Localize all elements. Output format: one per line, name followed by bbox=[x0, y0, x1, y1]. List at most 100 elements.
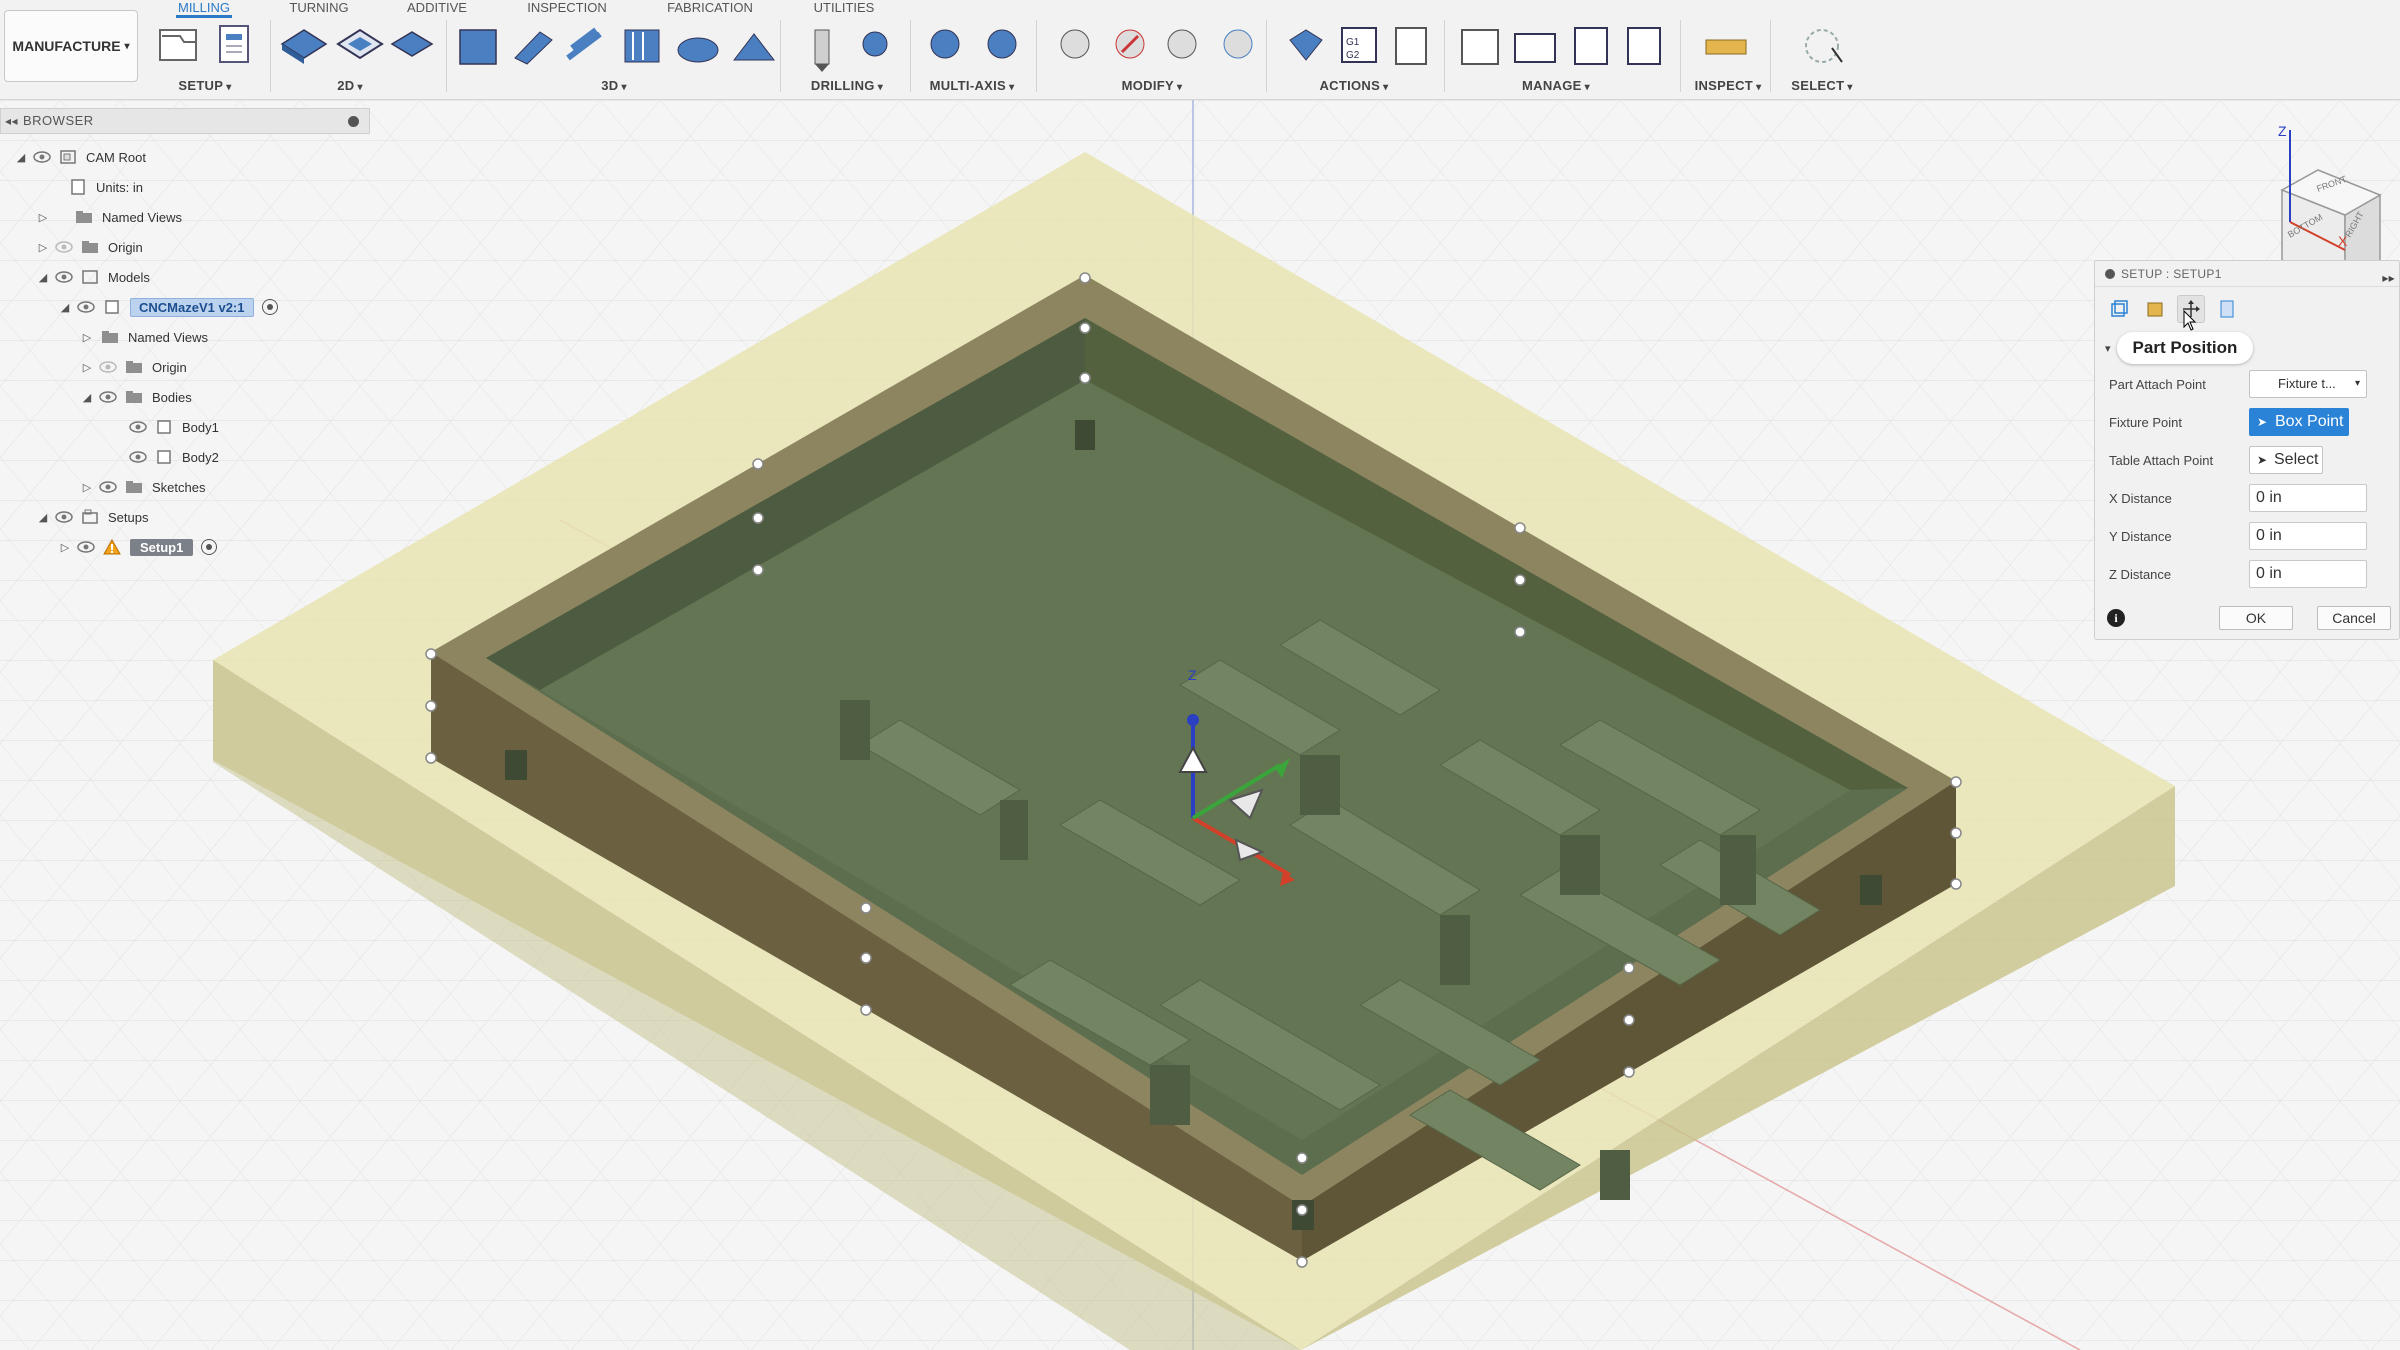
expand-arrow-icon[interactable]: ▷ bbox=[58, 540, 72, 554]
body-icon bbox=[154, 449, 174, 465]
multiaxis-swarf-icon bbox=[930, 29, 960, 59]
post-process-icon: G1G2 bbox=[1341, 27, 1377, 63]
dialog-title: SETUP : SETUP1 bbox=[2121, 267, 2222, 281]
fixture-point-label: Fixture Point bbox=[2109, 415, 2182, 430]
group-2d[interactable]: 2D bbox=[330, 78, 370, 93]
browser-panel: ◂◂ BROWSER ◢ CAM Root Units: in ▷ Named … bbox=[0, 108, 370, 568]
tree-item-body2[interactable]: Body2 bbox=[124, 444, 219, 470]
template-library-icon bbox=[1627, 27, 1661, 65]
ribbon-toolbar: MANUFACTURE ▾ MILLING TURNING ADDITIVE I… bbox=[0, 0, 2400, 100]
viewcube-axis-z: Z bbox=[2278, 123, 2287, 139]
eye-icon[interactable] bbox=[128, 420, 148, 434]
eye-icon[interactable] bbox=[32, 150, 52, 164]
thread-icon bbox=[862, 31, 888, 57]
expand-arrow-icon[interactable]: ▷ bbox=[36, 240, 50, 254]
simulate-icon bbox=[1289, 29, 1323, 61]
tree-item-sketches[interactable]: ▷ Sketches bbox=[80, 474, 206, 500]
browser-header[interactable]: ◂◂ BROWSER bbox=[0, 108, 370, 134]
group-inspect[interactable]: INSPECT bbox=[1688, 78, 1768, 93]
expand-arrow-icon[interactable]: ◢ bbox=[58, 300, 72, 314]
eye-icon[interactable] bbox=[54, 510, 74, 524]
expand-arrow-icon[interactable]: ▷ bbox=[80, 360, 94, 374]
eye-icon[interactable] bbox=[54, 240, 74, 254]
group-actions[interactable]: ACTIONS bbox=[1312, 78, 1396, 93]
group-select[interactable]: SELECT bbox=[1784, 78, 1860, 93]
cursor-icon: ➤ bbox=[2257, 453, 2268, 467]
box-point-button[interactable]: ➤ Box Point bbox=[2249, 408, 2349, 436]
folder-icon bbox=[100, 329, 120, 345]
tree-item-units[interactable]: Units: in bbox=[62, 174, 143, 200]
machine-library-icon bbox=[1514, 33, 1556, 63]
group-setup[interactable]: SETUP bbox=[170, 78, 240, 93]
eye-icon[interactable] bbox=[54, 270, 74, 284]
tree-label: Body2 bbox=[182, 449, 219, 465]
3d-pocket-icon bbox=[514, 31, 553, 65]
sheet-icon bbox=[219, 25, 249, 63]
group-multi-axis[interactable]: MULTI-AXIS bbox=[922, 78, 1022, 93]
tab-program[interactable] bbox=[2213, 295, 2241, 323]
tree-item-named-views[interactable]: ▷ Named Views bbox=[36, 204, 182, 230]
group-modify[interactable]: MODIFY bbox=[1112, 78, 1192, 93]
tab-stock[interactable] bbox=[2141, 295, 2169, 323]
tree-item-body1[interactable]: Body1 bbox=[124, 414, 219, 440]
eye-icon[interactable] bbox=[128, 450, 148, 464]
ok-button[interactable]: OK bbox=[2219, 606, 2293, 630]
tree-item-origin-2[interactable]: ▷ Origin bbox=[80, 354, 187, 380]
pin-icon[interactable] bbox=[348, 116, 359, 127]
tree-label: Bodies bbox=[152, 389, 192, 405]
group-drilling[interactable]: DRILLING bbox=[802, 78, 892, 93]
table-attach-select-button[interactable]: ➤ Select bbox=[2249, 446, 2323, 474]
eye-icon[interactable] bbox=[76, 300, 96, 314]
tree-item-setup1[interactable]: ▷ Setup1 bbox=[58, 534, 218, 560]
activate-radio-icon[interactable] bbox=[261, 299, 278, 315]
expand-arrow-icon[interactable]: ◢ bbox=[80, 390, 94, 404]
tree-item-models[interactable]: ◢ Models bbox=[36, 264, 150, 290]
expand-arrow-icon[interactable]: ▷ bbox=[80, 330, 94, 344]
tree-item-origin[interactable]: ▷ Origin bbox=[36, 234, 143, 260]
expand-arrow-icon[interactable]: ◢ bbox=[36, 510, 50, 524]
activate-radio-icon[interactable] bbox=[201, 539, 218, 555]
separator bbox=[1444, 20, 1445, 92]
z-distance-input[interactable]: 0 in bbox=[2249, 560, 2367, 588]
eye-icon[interactable] bbox=[98, 480, 118, 494]
mouse-cursor-icon bbox=[2183, 310, 2197, 331]
cancel-button[interactable]: Cancel bbox=[2317, 606, 2391, 630]
folder-icon bbox=[74, 209, 94, 225]
dialog-title-bar[interactable]: SETUP : SETUP1 ▸▸ bbox=[2095, 261, 2399, 287]
info-icon[interactable]: i bbox=[2107, 609, 2125, 627]
eye-icon[interactable] bbox=[98, 360, 118, 374]
expand-arrow-icon[interactable]: ◢ bbox=[14, 150, 28, 164]
collapse-caret-icon[interactable]: ▾ bbox=[2105, 342, 2111, 355]
dialog-pin-icon[interactable] bbox=[2105, 269, 2115, 279]
tree-item-setups[interactable]: ◢ Setups bbox=[36, 504, 148, 530]
tool-library-icon bbox=[1461, 29, 1499, 65]
expand-icon[interactable]: ▸▸ bbox=[2382, 265, 2395, 291]
tree-label: Origin bbox=[108, 239, 143, 255]
tree-label: Sketches bbox=[152, 479, 206, 495]
collapse-icon[interactable]: ◂◂ bbox=[5, 109, 18, 133]
component-icon bbox=[102, 299, 122, 315]
expand-arrow-icon[interactable]: ▷ bbox=[80, 480, 94, 494]
pattern-icon bbox=[1223, 29, 1253, 59]
eye-icon[interactable] bbox=[76, 540, 96, 554]
steep-shallow-icon bbox=[566, 27, 602, 61]
group-manage[interactable]: MANAGE bbox=[1514, 78, 1598, 93]
cursor-icon: ➤ bbox=[2257, 415, 2268, 429]
table-attach-label: Table Attach Point bbox=[2109, 453, 2214, 468]
expand-arrow-icon[interactable]: ◢ bbox=[36, 270, 50, 284]
separator bbox=[780, 20, 781, 92]
y-distance-input[interactable]: 0 in bbox=[2249, 522, 2367, 550]
x-distance-input[interactable]: 0 in bbox=[2249, 484, 2367, 512]
tree-item-named-views-2[interactable]: ▷ Named Views bbox=[80, 324, 208, 350]
expand-arrow-icon[interactable]: ▷ bbox=[36, 210, 50, 224]
tab-setup[interactable] bbox=[2105, 295, 2133, 323]
tree-item-cncmaze[interactable]: ◢ CNCMazeV1 v2:1 bbox=[58, 294, 278, 320]
separator bbox=[1770, 20, 1771, 92]
eye-icon[interactable] bbox=[98, 390, 118, 404]
tree-item-cam-root[interactable]: ◢ CAM Root bbox=[14, 144, 146, 170]
tree-item-bodies[interactable]: ◢ Bodies bbox=[80, 384, 192, 410]
section-part-position[interactable]: ▾ Part Position bbox=[2105, 331, 2254, 365]
box-point-label: Box Point bbox=[2275, 413, 2344, 430]
part-attach-dropdown[interactable]: Fixture t... bbox=[2249, 370, 2367, 398]
group-3d[interactable]: 3D bbox=[594, 78, 634, 93]
